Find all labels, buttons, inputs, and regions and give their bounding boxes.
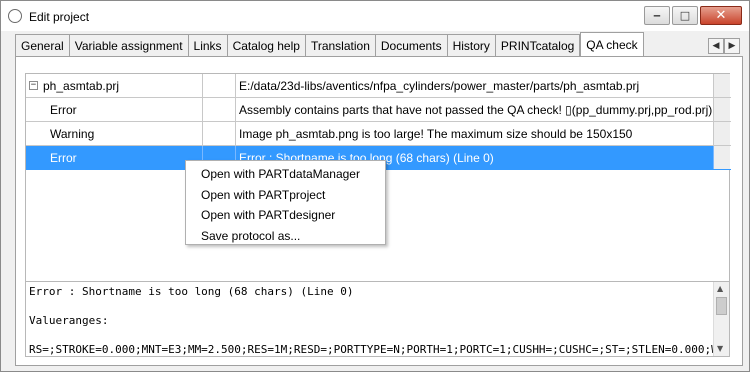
row-message: Assembly contains parts that have not pa… [236, 98, 714, 121]
tab-printcatalog[interactable]: PRINTcatalog [495, 34, 581, 56]
tab-strip: General Variable assignment Links Catalo… [15, 32, 644, 56]
close-button[interactable]: ✕ [700, 6, 742, 25]
row-name: ph_asmtab.prj [43, 78, 120, 93]
tab-qa-check[interactable]: QA check [580, 32, 644, 56]
tab-variable-assignment[interactable]: Variable assignment [69, 34, 189, 56]
menu-item-open-partproject[interactable]: Open with PARTproject [186, 185, 385, 206]
collapse-icon[interactable]: − [29, 81, 38, 90]
row-name: Error [26, 146, 203, 169]
tab-links[interactable]: Links [188, 34, 228, 56]
maximize-button[interactable]: □ [672, 6, 698, 25]
tree-row-error[interactable]: Error Assembly contains parts that have … [26, 98, 731, 122]
tab-history[interactable]: History [447, 34, 496, 56]
log-line: Valueranges: [29, 314, 109, 327]
window-controls: ‒ □ ✕ [644, 6, 742, 25]
protocol-text-area[interactable]: Error : Shortname is too long (68 chars)… [25, 281, 730, 357]
menu-item-save-protocol[interactable]: Save protocol as... [186, 226, 385, 247]
tab-scroll-left-icon[interactable]: ◀ [708, 38, 724, 54]
context-menu: Open with PARTdataManager Open with PART… [185, 160, 386, 245]
tab-translation[interactable]: Translation [305, 34, 376, 56]
tab-general[interactable]: General [15, 34, 70, 56]
tree-row-project[interactable]: − ph_asmtab.prj E:/data/23d-libs/aventic… [26, 74, 731, 98]
scroll-down-icon[interactable]: ▼ [717, 344, 723, 353]
menu-item-open-partdatamanager[interactable]: Open with PARTdataManager [186, 164, 385, 185]
tab-scroll-buttons: ◀ ▶ [708, 38, 740, 54]
tree-row-warning[interactable]: Warning Image ph_asmtab.png is too large… [26, 122, 731, 146]
close-icon: ✕ [715, 8, 727, 23]
app-icon [8, 9, 22, 23]
vertical-scrollbar[interactable]: ▲ ▼ [713, 282, 729, 356]
maximize-icon: □ [679, 9, 691, 22]
minimize-icon: ‒ [653, 9, 661, 22]
log-line: RS=;STROKE=0.000;MNT=E3;MM=2.500;RES=1M;… [29, 343, 725, 356]
tab-catalog-help[interactable]: Catalog help [227, 34, 306, 56]
edit-project-window: Edit project ‒ □ ✕ General Variable assi… [0, 0, 750, 372]
scroll-thumb[interactable] [716, 297, 727, 315]
row-name: Warning [26, 122, 203, 145]
row-name: Error [26, 98, 203, 121]
scroll-up-icon[interactable]: ▲ [717, 284, 723, 293]
window-title: Edit project [29, 10, 90, 24]
row-message: E:/data/23d-libs/aventics/nfpa_cylinders… [236, 74, 714, 97]
title-bar: Edit project ‒ □ ✕ [1, 1, 749, 31]
row-message: Image ph_asmtab.png is too large! The ma… [236, 122, 714, 145]
tab-scroll-right-icon[interactable]: ▶ [724, 38, 740, 54]
menu-item-open-partdesigner[interactable]: Open with PARTdesigner [186, 205, 385, 226]
log-line: Error : Shortname is too long (68 chars)… [29, 285, 354, 298]
minimize-button[interactable]: ‒ [644, 6, 670, 25]
tab-documents[interactable]: Documents [375, 34, 448, 56]
